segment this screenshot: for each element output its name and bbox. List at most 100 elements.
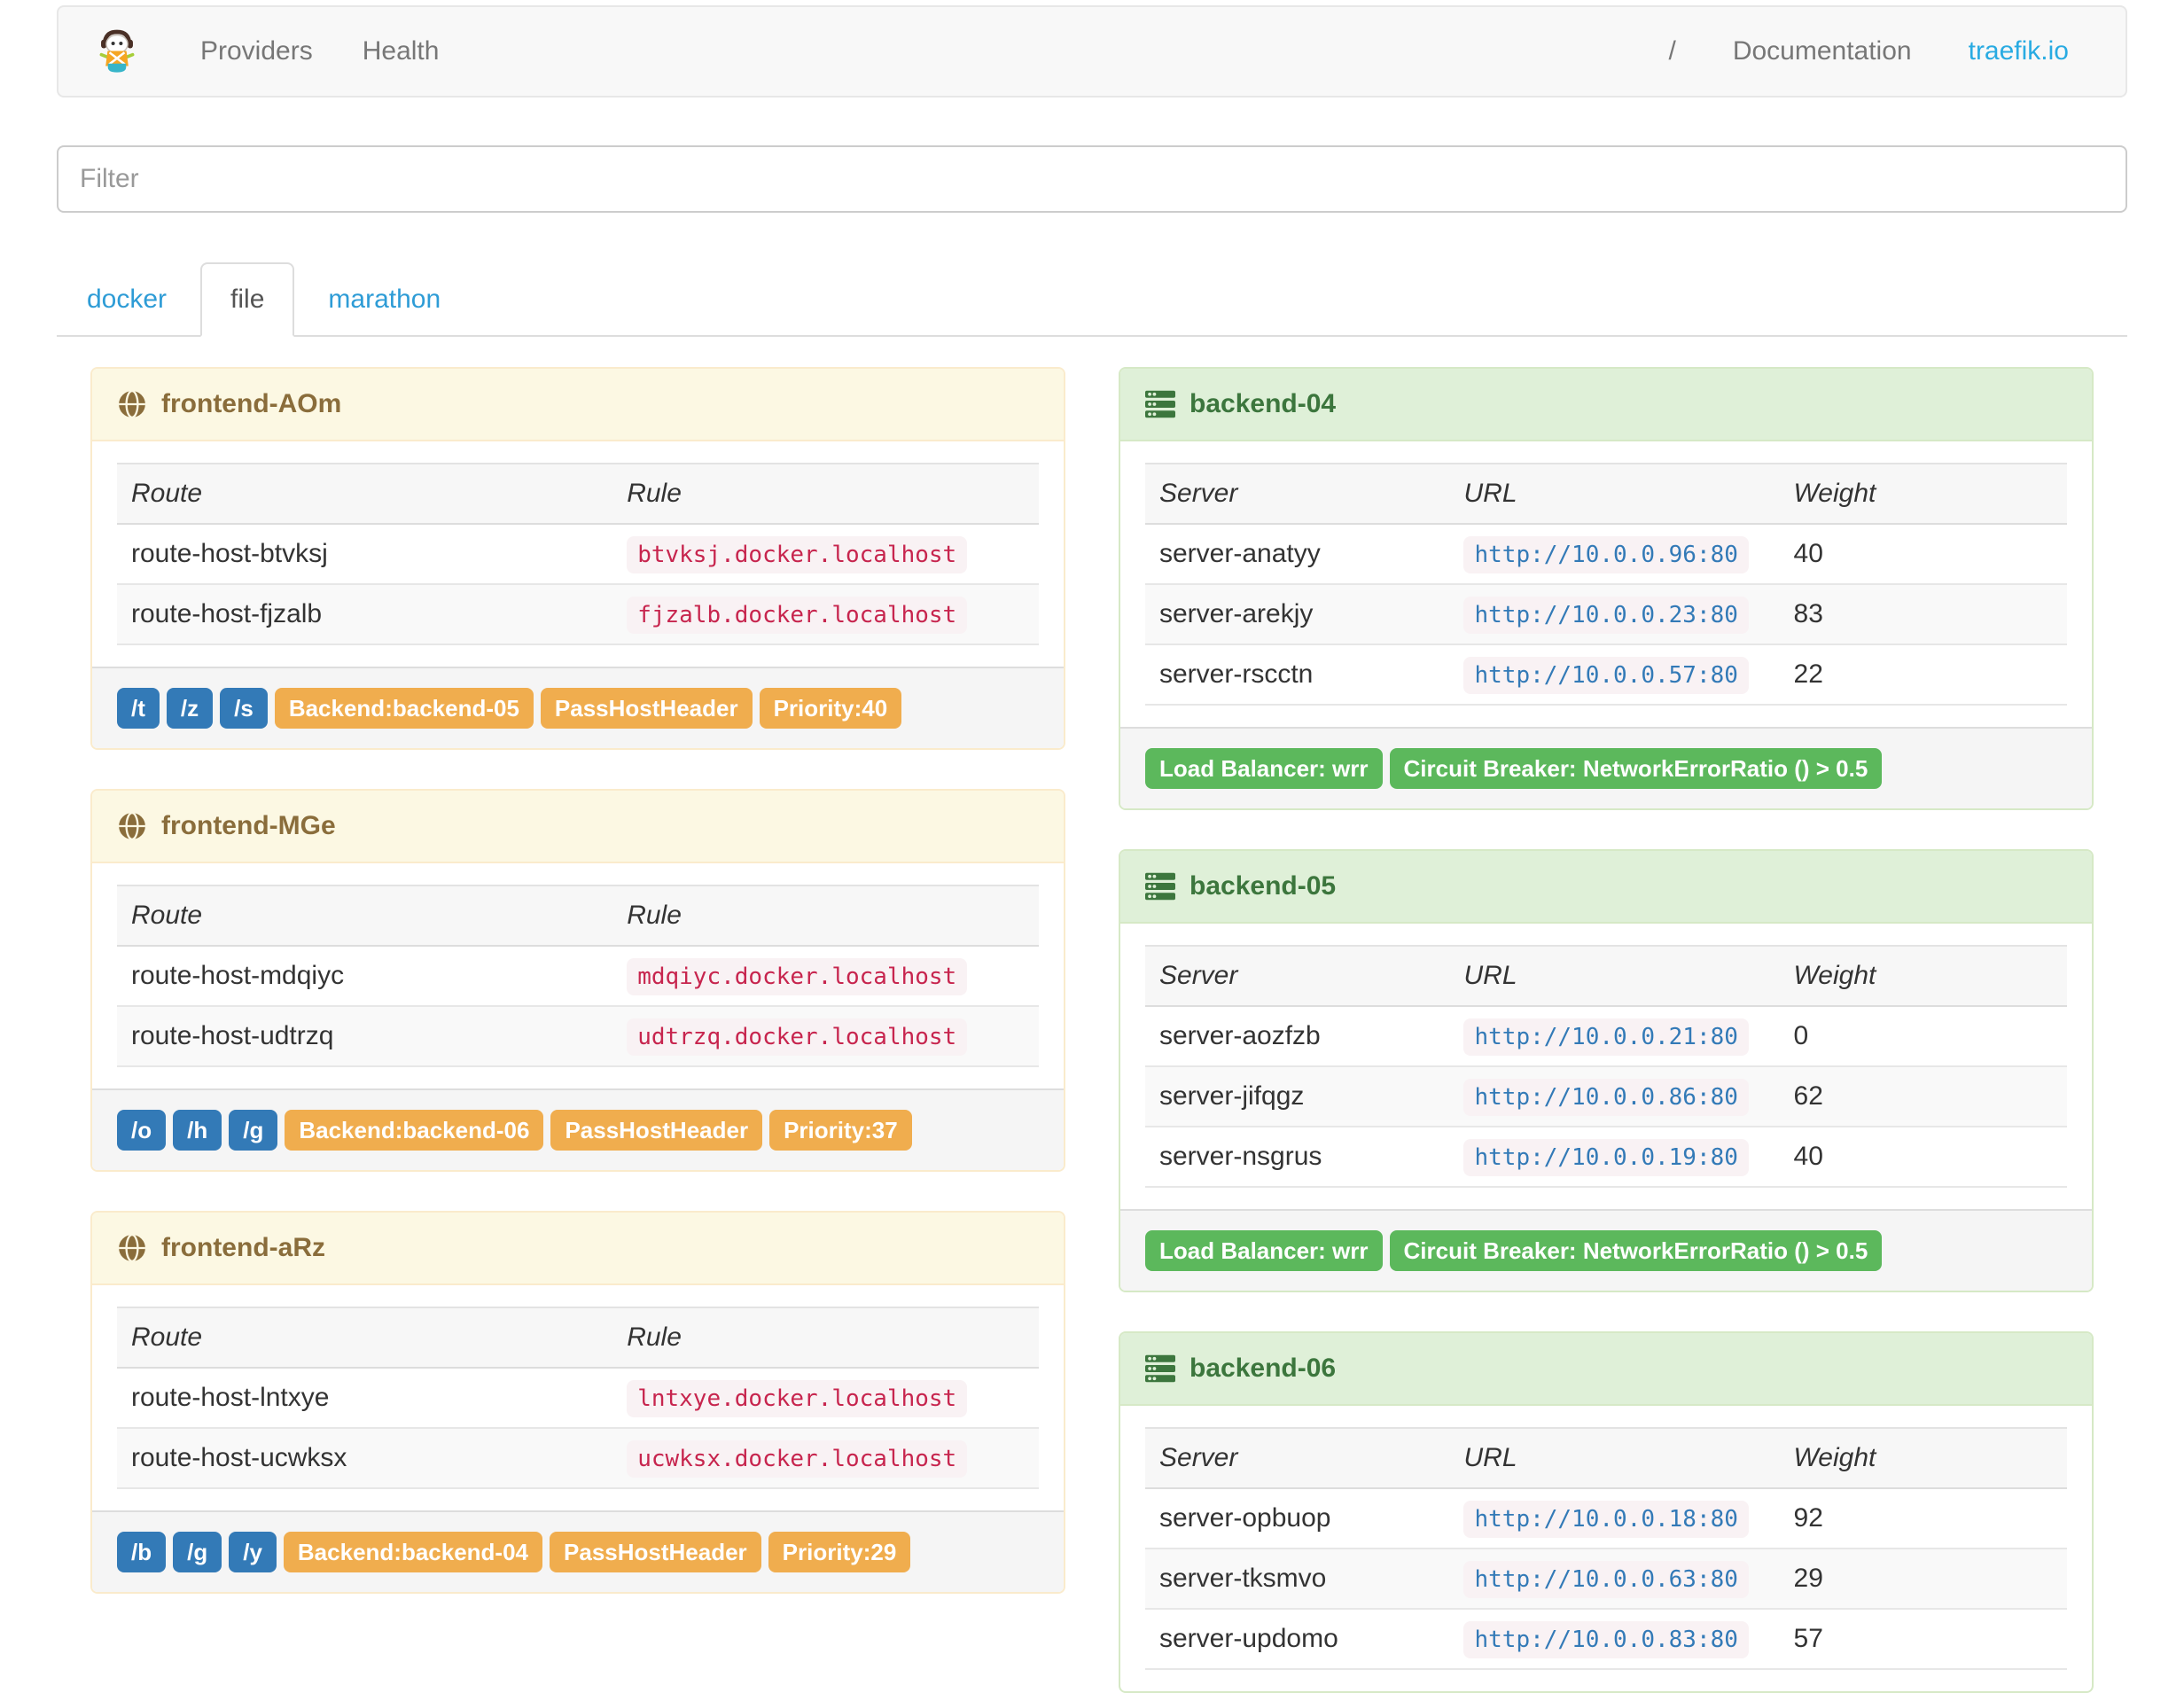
column-header-weight: Weight — [1779, 945, 2067, 1007]
routes-header-row: Route Rule — [117, 1307, 1039, 1369]
frontend-setting-label: Backend:backend-05 — [274, 688, 534, 729]
server-stack-icon — [1145, 1354, 1175, 1384]
nav-link-traefik-io[interactable]: traefik.io — [1940, 36, 2097, 66]
frontend-setting-label: Priority:37 — [769, 1110, 912, 1151]
column-header-rule: Rule — [612, 885, 1039, 947]
servers-table: Server URL Weight server-aozfzb http://1… — [1145, 945, 2067, 1188]
server-url-link[interactable]: http://10.0.0.83:80 — [1463, 1621, 1749, 1658]
server-url-link[interactable]: http://10.0.0.57:80 — [1463, 657, 1749, 694]
server-url-link[interactable]: http://10.0.0.96:80 — [1463, 536, 1749, 573]
provider-tabs: docker file marathon — [57, 262, 2127, 337]
route-row: route-host-mdqiyc mdqiyc.docker.localhos… — [117, 946, 1039, 1007]
backend-card-body: Server URL Weight server-aozfzb http://1… — [1120, 924, 2092, 1209]
server-url-cell: http://10.0.0.18:80 — [1449, 1488, 1780, 1549]
backends-column: backend-04 Server URL Weight server-anat… — [1119, 367, 2094, 1693]
frontend-title: frontend-MGe — [161, 811, 336, 840]
server-row: server-anatyy http://10.0.0.96:80 40 — [1145, 524, 2067, 585]
column-header-server: Server — [1145, 463, 1450, 525]
routes-header-row: Route Rule — [117, 463, 1039, 525]
rule-code: fjzalb.docker.localhost — [627, 597, 968, 634]
frontend-setting-label: Backend:backend-04 — [283, 1532, 543, 1572]
frontend-card-body: Route Rule route-host-mdqiyc mdqiyc.dock… — [92, 863, 1064, 1088]
routes-header-row: Route Rule — [117, 885, 1039, 947]
server-row: server-tksmvo http://10.0.0.63:80 29 — [1145, 1549, 2067, 1610]
url-code: http://10.0.0.96:80 — [1463, 536, 1749, 573]
backend-card-body: Server URL Weight server-anatyy http://1… — [1120, 441, 2092, 727]
backend-card-footer: Load Balancer: wrr Circuit Breaker: Netwo… — [1120, 1209, 2092, 1291]
frontend-setting-label: Priority:40 — [759, 688, 902, 729]
server-url-link[interactable]: http://10.0.0.23:80 — [1463, 597, 1749, 634]
server-url-link[interactable]: http://10.0.0.86:80 — [1463, 1079, 1749, 1116]
server-name: server-arekjy — [1145, 584, 1450, 645]
url-code: http://10.0.0.23:80 — [1463, 597, 1749, 634]
route-path-label: /g — [229, 1110, 278, 1151]
server-row: server-aozfzb http://10.0.0.21:80 0 — [1145, 1006, 2067, 1067]
backend-setting-label: Load Balancer: wrr — [1145, 1230, 1383, 1271]
frontend-setting-label: PassHostHeader — [550, 1110, 763, 1151]
nav-link-root-path[interactable]: / — [1640, 36, 1704, 66]
server-row: server-nsgrus http://10.0.0.19:80 40 — [1145, 1127, 2067, 1188]
server-url-cell: http://10.0.0.23:80 — [1449, 584, 1780, 645]
navbar-right: / Documentation traefik.io — [1640, 36, 2097, 66]
traefik-logo-icon — [98, 29, 136, 74]
frontend-card-footer: /b/g/y Backend:backend-04 PassHostHeader Pr… — [92, 1510, 1064, 1592]
routes-table: Route Rule route-host-lntxye lntxye.dock… — [117, 1307, 1039, 1489]
server-url-cell: http://10.0.0.63:80 — [1449, 1549, 1780, 1610]
frontend-setting-label: PassHostHeader — [550, 1532, 761, 1572]
tab-marathon[interactable]: marathon — [298, 262, 471, 337]
tab-docker[interactable]: docker — [57, 262, 197, 337]
frontend-title: frontend-AOm — [161, 389, 342, 418]
servers-header-row: Server URL Weight — [1145, 1427, 2067, 1489]
server-name: server-rscctn — [1145, 644, 1450, 706]
server-url-link[interactable]: http://10.0.0.63:80 — [1463, 1561, 1749, 1598]
server-weight: 57 — [1779, 1609, 2067, 1670]
server-row: server-jifqgz http://10.0.0.86:80 62 — [1145, 1066, 2067, 1127]
server-url-link[interactable]: http://10.0.0.21:80 — [1463, 1018, 1749, 1056]
route-rule-cell: lntxye.docker.localhost — [612, 1368, 1039, 1429]
backend-card-header: backend-04 — [1120, 369, 2092, 441]
server-name: server-updomo — [1145, 1609, 1450, 1670]
column-header-url: URL — [1449, 945, 1780, 1007]
frontend-card: frontend-AOm Route Rule route-host-btvks… — [90, 367, 1065, 750]
server-url-cell: http://10.0.0.86:80 — [1449, 1066, 1780, 1127]
backend-title: backend-05 — [1190, 871, 1337, 901]
nav-link-documentation[interactable]: Documentation — [1704, 36, 1940, 66]
server-url-cell: http://10.0.0.57:80 — [1449, 644, 1780, 706]
column-header-weight: Weight — [1779, 463, 2067, 525]
backend-card: backend-05 Server URL Weight server-aozf… — [1119, 849, 2094, 1292]
servers-table: Server URL Weight server-opbuop http://1… — [1145, 1427, 2067, 1670]
server-url-link[interactable]: http://10.0.0.19:80 — [1463, 1139, 1749, 1176]
server-weight: 40 — [1779, 524, 2067, 585]
nav-link-health[interactable]: Health — [338, 36, 464, 66]
column-header-weight: Weight — [1779, 1427, 2067, 1489]
tab-file[interactable]: file — [200, 262, 295, 337]
routes-table: Route Rule route-host-btvksj btvksj.dock… — [117, 463, 1039, 645]
route-name: route-host-mdqiyc — [117, 946, 613, 1007]
nav-link-providers[interactable]: Providers — [176, 36, 338, 66]
server-name: server-anatyy — [1145, 524, 1450, 585]
servers-header-row: Server URL Weight — [1145, 463, 2067, 525]
rule-code: lntxye.docker.localhost — [627, 1380, 968, 1417]
backend-card: backend-06 Server URL Weight server-opbu… — [1119, 1331, 2094, 1693]
column-header-route: Route — [117, 463, 613, 525]
url-code: http://10.0.0.57:80 — [1463, 657, 1749, 694]
rule-code: mdqiyc.docker.localhost — [627, 958, 968, 995]
column-header-rule: Rule — [612, 463, 1039, 525]
route-name: route-host-lntxye — [117, 1368, 613, 1429]
backend-card-header: backend-05 — [1120, 851, 2092, 924]
servers-header-row: Server URL Weight — [1145, 945, 2067, 1007]
server-weight: 40 — [1779, 1127, 2067, 1188]
frontend-card-header: frontend-AOm — [92, 369, 1064, 441]
server-stack-icon — [1145, 871, 1175, 901]
url-code: http://10.0.0.83:80 — [1463, 1621, 1749, 1658]
server-url-link[interactable]: http://10.0.0.18:80 — [1463, 1501, 1749, 1538]
route-row: route-host-btvksj btvksj.docker.localhos… — [117, 524, 1039, 585]
column-header-server: Server — [1145, 945, 1450, 1007]
frontend-card-body: Route Rule route-host-btvksj btvksj.dock… — [92, 441, 1064, 667]
server-weight: 92 — [1779, 1488, 2067, 1549]
backend-card-header: backend-06 — [1120, 1333, 2092, 1406]
url-code: http://10.0.0.21:80 — [1463, 1018, 1749, 1056]
route-name: route-host-btvksj — [117, 524, 613, 585]
server-weight: 83 — [1779, 584, 2067, 645]
filter-input[interactable] — [57, 145, 2127, 213]
